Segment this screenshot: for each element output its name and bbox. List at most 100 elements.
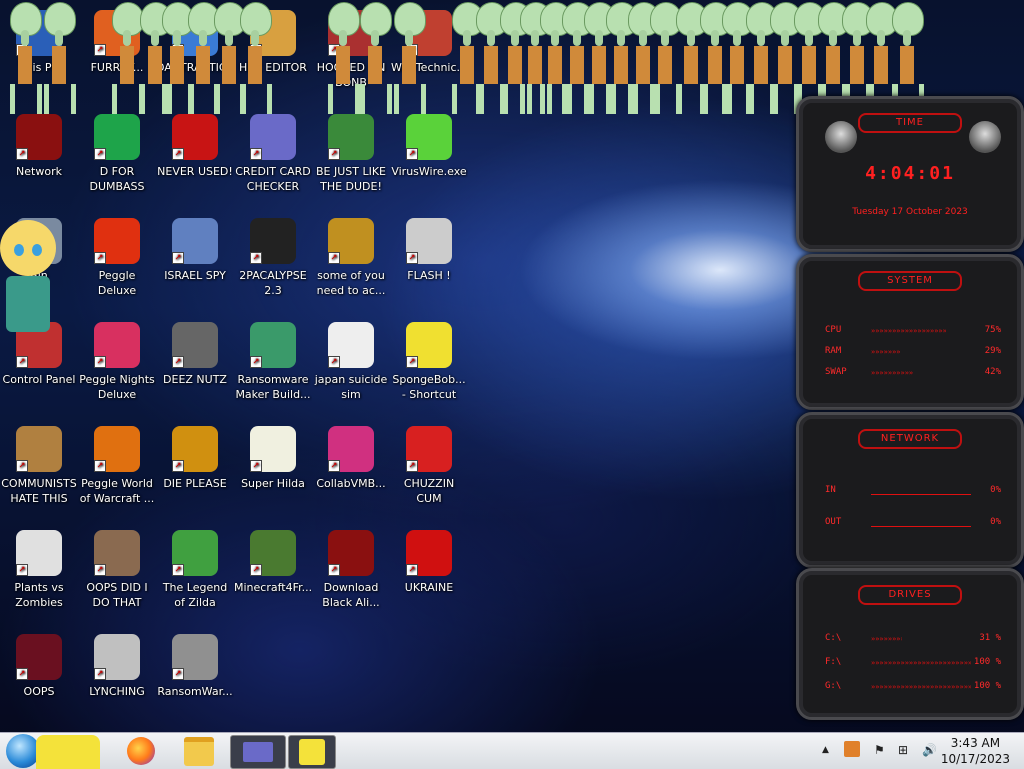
action-center-flag-icon[interactable]: ⚑: [874, 743, 885, 757]
alien-logo-icon: [969, 121, 1001, 153]
desktop-icon-label: BE JUST LIKE THE DUDE!: [315, 165, 387, 193]
desktop-icon[interactable]: ↗ Peggle Nights Deluxe: [78, 322, 156, 402]
peggle-icon: ↗: [94, 322, 140, 368]
desktop-icon[interactable]: ↗ CHUZZIN CUM: [390, 426, 468, 506]
desktop-icon[interactable]: ↗ FLASH !: [390, 218, 468, 283]
desktop-icon[interactable]: ↗ UKRAINE: [390, 530, 468, 595]
gadget-row-key: SWAP: [825, 367, 847, 377]
time-gadget[interactable]: TIME 4:04:01 Tuesday 17 October 2023: [796, 96, 1024, 252]
network-gadget[interactable]: NETWORK IN 0% OUT 0%: [796, 412, 1024, 568]
shortcut-arrow-icon: ↗: [250, 460, 262, 472]
gadget-row: OUT 0%: [825, 517, 1001, 529]
desktop-icon[interactable]: ↗ Peggle World of Warcraft ...: [78, 426, 156, 506]
file-explorer-taskbar-button[interactable]: [172, 735, 226, 767]
dev-cpp-icon: ↗: [172, 114, 218, 160]
zelda-icon: ↗: [172, 530, 218, 576]
gadget-row-graph: [871, 520, 971, 527]
shortcut-arrow-icon: ↗: [406, 252, 418, 264]
desktop-icon[interactable]: ↗ NEVER USED!: [156, 114, 234, 179]
desktop-icon[interactable]: ↗ DIE PLEASE: [156, 426, 234, 491]
desktop-icon[interactable]: ↗ CREDIT CARD CHECKER: [234, 114, 312, 194]
squidward-figure: [112, 2, 144, 120]
gadget-row-key: G:\: [825, 681, 842, 691]
gadget-row-value: 0%: [990, 517, 1001, 527]
gadget-row: C:\ »»»»»»»»»»»»»»»»»»»»»»»»»»»»»» 31 %: [825, 633, 1001, 645]
skull-icon: ↗: [172, 634, 218, 680]
taskbar-clock[interactable]: 3:43 AM 10/17/2023: [941, 735, 1010, 767]
gadget-row: F:\ »»»»»»»»»»»»»»»»»»»»»»»»»»»»»»100 %: [825, 657, 1001, 669]
gadget-row-key: RAM: [825, 346, 842, 356]
desktop-icon-label: LYNCHING: [89, 685, 145, 698]
desktop-icon-label: Peggle World of Warcraft ...: [79, 477, 155, 505]
desktop-icon[interactable]: ↗ Minecraft4Fr...: [234, 530, 312, 595]
network-icon: ↗: [16, 114, 62, 160]
desktop-icon[interactable]: ↗ OOPS: [0, 634, 78, 699]
shortcut-arrow-icon: ↗: [250, 252, 262, 264]
shortcut-arrow-icon: ↗: [406, 564, 418, 576]
desktop-icon[interactable]: ↗ D FOR DUMBASS: [78, 114, 156, 194]
spongebob-app-taskbar-button[interactable]: [288, 735, 336, 769]
desktop-icon-label: SpongeBob... - Shortcut: [392, 373, 466, 401]
desktop-icon[interactable]: ↗ Network: [0, 114, 78, 179]
volume-icon[interactable]: 🔊: [922, 743, 937, 757]
drives-gadget[interactable]: DRIVES C:\ »»»»»»»»»»»»»»»»»»»»»»»»»»»»»»…: [796, 568, 1024, 720]
squidward-figure: [394, 2, 426, 120]
taskbar: ▲ ⚑ ⊞ 🔊 3:43 AM 10/17/2023: [0, 732, 1024, 769]
desktop-icon[interactable]: ↗ COMMUNISTS HATE THIS G...: [0, 426, 78, 506]
desktop-icon-label: The Legend of Zilda: [162, 581, 228, 609]
desktop-icon[interactable]: ↗ DEEZ NUTZ: [156, 322, 234, 387]
alien-logo-icon: [825, 121, 857, 153]
squidward-figure: [240, 2, 272, 120]
gadget-row: CPU »»»»»»»»»»»»»»»»»»»»»»»»»»»»»» 75%: [825, 325, 1001, 337]
show-hidden-icons-button[interactable]: ▲: [822, 745, 829, 755]
tray-app-icon[interactable]: [844, 741, 860, 757]
desktop-icon[interactable]: ↗ some of you need to ac...: [312, 218, 390, 298]
window-icon: ↗: [250, 322, 296, 368]
desktop-icon[interactable]: ↗ BE JUST LIKE THE DUDE!: [312, 114, 390, 194]
terminal-icon: ↗: [250, 218, 296, 264]
network-tray-icon[interactable]: ⊞: [898, 743, 908, 757]
desktop-icon[interactable]: ↗ VirusWire.exe: [390, 114, 468, 179]
desktop-icon[interactable]: ↗ OOPS DID I DO THAT: [78, 530, 156, 610]
desktop-icon[interactable]: ↗ Peggle Deluxe: [78, 218, 156, 298]
desktop-icon-label: ISRAEL SPY: [164, 269, 226, 282]
desktop-icon-label: OOPS DID I DO THAT: [86, 581, 148, 609]
desktop-icon[interactable]: ↗ RansomWar...: [156, 634, 234, 699]
squidward-figure: [44, 2, 76, 120]
desktop-icon[interactable]: ↗ SpongeBob... - Shortcut: [390, 322, 468, 402]
spongebob-app-icon: [299, 739, 325, 765]
desktop-icon[interactable]: ↗ Download Black Ali...: [312, 530, 390, 610]
shortcut-arrow-icon: ↗: [94, 356, 106, 368]
desktop-icon-label: COMMUNISTS HATE THIS G...: [1, 477, 77, 505]
shortcut-arrow-icon: ↗: [250, 148, 262, 160]
shortcut-arrow-icon: ↗: [16, 356, 28, 368]
desktop-icon[interactable]: ↗ LYNCHING: [78, 634, 156, 699]
gadget-row-key: OUT: [825, 517, 842, 527]
gadget-row-value: 100 %: [973, 657, 1001, 667]
desktop-icon[interactable]: ↗ Ransomware Maker Build...: [234, 322, 312, 402]
shortcut-arrow-icon: ↗: [16, 668, 28, 680]
collabvm-icon: ↗: [328, 426, 374, 472]
desktop-icon[interactable]: ↗ ISRAEL SPY: [156, 218, 234, 283]
gadget-row-value: 75%: [984, 325, 1001, 335]
credit-card-app-taskbar-button[interactable]: [230, 735, 286, 769]
desktop-icon[interactable]: ↗ japan suicide sim: [312, 322, 390, 402]
desktop-icon[interactable]: ↗ Plants vs Zombies: [0, 530, 78, 610]
desktop-icon[interactable]: ↗ CollabVMB...: [312, 426, 390, 491]
system-gadget[interactable]: SYSTEM CPU »»»»»»»»»»»»»»»»»»»»»»»»»»»»»»…: [796, 254, 1024, 410]
gadget-row: G:\ »»»»»»»»»»»»»»»»»»»»»»»»»»»»»»100 %: [825, 681, 1001, 693]
firefox-taskbar-button[interactable]: [114, 735, 168, 767]
peggle-icon: ↗: [94, 218, 140, 264]
shortcut-arrow-icon: ↗: [406, 460, 418, 472]
desktop-icon-label: CHUZZIN CUM: [403, 477, 455, 505]
knot-icon: ↗: [94, 634, 140, 680]
shortcut-arrow-icon: ↗: [16, 564, 28, 576]
gadget-row: RAM »»»»»»»»»»»»»»»»»»»»»»»»»»»»»» 29%: [825, 346, 1001, 358]
desktop-icon[interactable]: ↗ The Legend of Zilda: [156, 530, 234, 610]
desktop-icon[interactable]: ↗ 2PACALYPSE 2.3: [234, 218, 312, 298]
start-orb-icon[interactable]: [6, 734, 40, 768]
shortcut-arrow-icon: ↗: [406, 356, 418, 368]
clock-date: 10/17/2023: [940, 752, 1010, 766]
credit-card-app-icon: [243, 742, 273, 762]
desktop-icon[interactable]: ↗ Super Hilda: [234, 426, 312, 491]
